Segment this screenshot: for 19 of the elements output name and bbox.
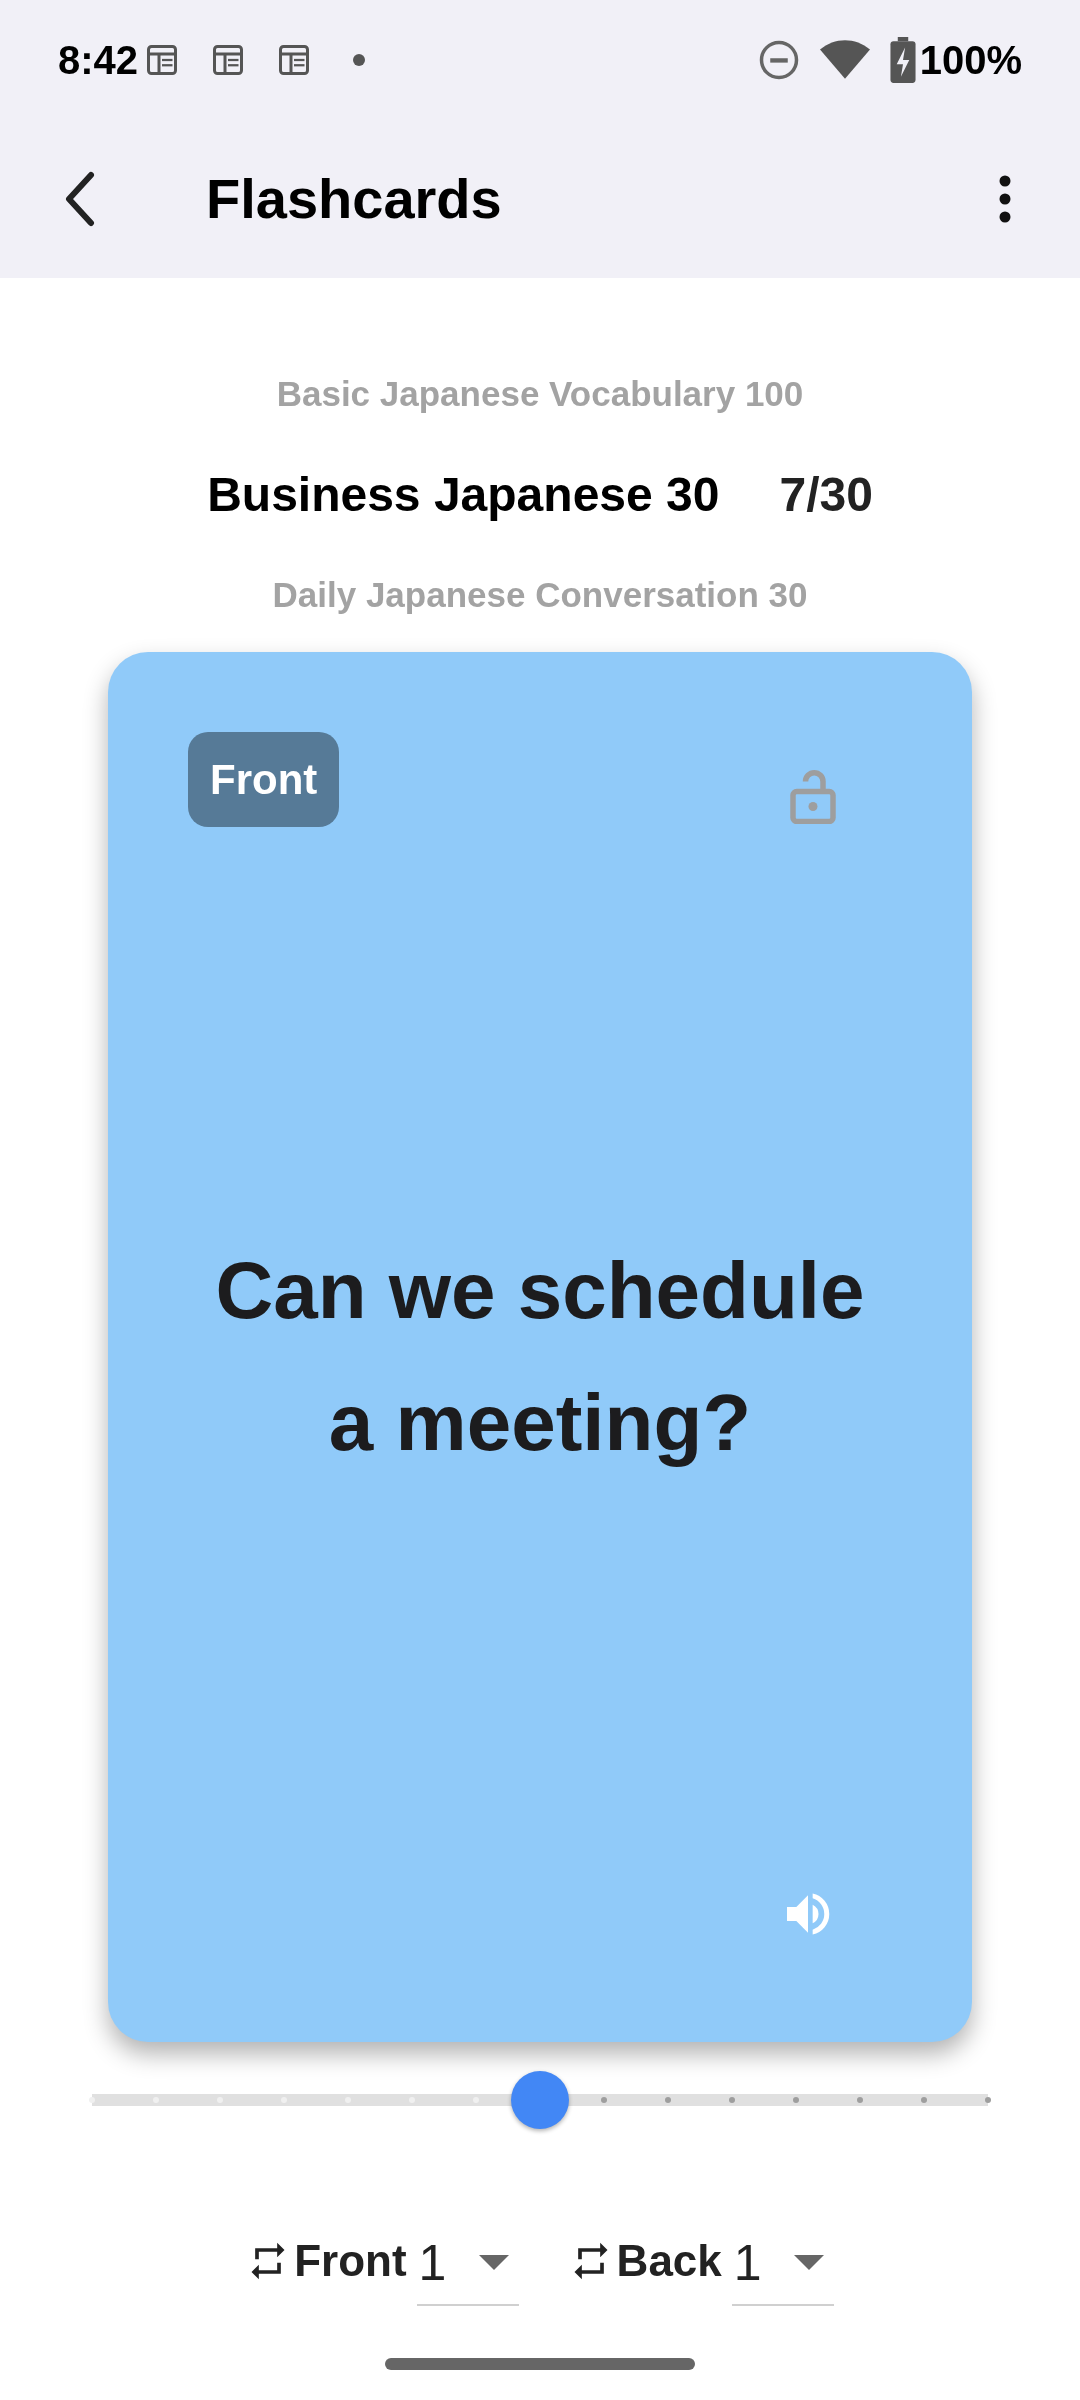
app-bar-title: Flashcards — [206, 166, 502, 232]
dot-icon — [352, 53, 367, 67]
dropdown-caret-icon — [478, 2255, 509, 2271]
battery-icon — [889, 37, 916, 83]
card-text: Can we schedule a meeting? — [214, 1244, 866, 1469]
side-badge: Front — [188, 732, 340, 827]
more-icon — [998, 175, 1012, 223]
slider-thumb[interactable] — [511, 2071, 569, 2129]
dropdown-caret-icon — [793, 2255, 824, 2271]
deck-item[interactable]: Business Japanese 30 — [207, 458, 720, 531]
count-dropdown[interactable]: 1 — [731, 2216, 834, 2306]
back-icon — [63, 171, 97, 227]
status-time: 8:42 — [58, 37, 139, 84]
count-dropdown[interactable]: 1 — [416, 2216, 519, 2306]
wifi-icon — [819, 39, 870, 81]
selector-label: Back — [616, 2235, 722, 2287]
battery-percent: 100% — [919, 37, 1022, 84]
selector-label: Front — [294, 2235, 407, 2287]
do-not-disturb-icon — [757, 39, 800, 81]
